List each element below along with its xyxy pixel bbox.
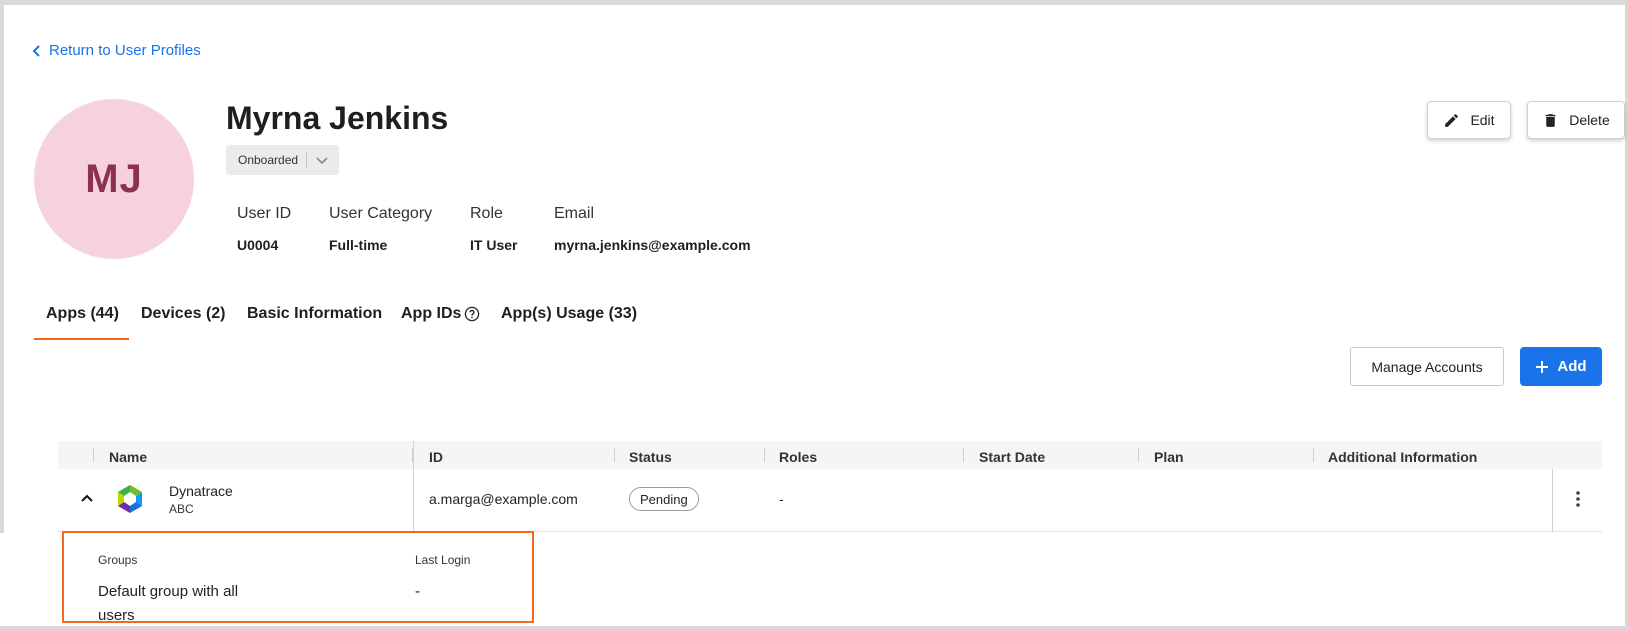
avatar-initials: MJ [85, 156, 143, 201]
meta-value-role: IT User [470, 237, 518, 253]
dropdown-divider [306, 152, 307, 168]
pencil-icon [1445, 113, 1459, 127]
meta-value-email: myrna.jenkins@example.com [554, 237, 751, 253]
chevron-left-icon [32, 44, 40, 57]
tab-apps-usage[interactable]: App(s) Usage (33) [501, 305, 637, 323]
chevron-up-icon[interactable] [79, 490, 95, 506]
more-vertical-icon[interactable] [1568, 489, 1588, 509]
groups-value: Default group with all users [98, 583, 239, 624]
tab-apps-label: Apps (44) [46, 305, 119, 322]
last-login-label: Last Login [415, 553, 471, 567]
column-separator [1138, 448, 1139, 462]
edit-button-label: Edit [1470, 112, 1495, 128]
window-frame-top [0, 0, 1628, 5]
plus-icon [1536, 360, 1549, 373]
status-badge-label: Pending [640, 491, 688, 507]
column-header-plan[interactable]: Plan [1154, 449, 1184, 465]
column-header-name[interactable]: Name [109, 449, 147, 465]
column-header-id[interactable]: ID [429, 449, 443, 465]
last-login-value: - [415, 583, 420, 600]
delete-button-label: Delete [1569, 112, 1610, 128]
cell-id: a.marga@example.com [429, 491, 578, 507]
meta-value-user-category: Full-time [329, 237, 388, 253]
page-title: Myrna Jenkins [226, 100, 449, 136]
meta-value-user-id: U0004 [237, 237, 279, 253]
tab-basic-information[interactable]: Basic Information [247, 305, 382, 323]
cell-roles: - [779, 491, 784, 507]
column-header-start-date[interactable]: Start Date [979, 449, 1045, 465]
tab-devices-label: Devices (2) [141, 305, 226, 322]
onboarding-status-dropdown[interactable]: Onboarded [226, 145, 339, 175]
meta-label-user-id: User ID [237, 205, 292, 222]
delete-button[interactable]: Delete [1527, 101, 1625, 139]
tab-basic-information-label: Basic Information [247, 305, 383, 322]
column-separator [764, 448, 765, 462]
app-name: Dynatrace [169, 483, 233, 499]
tab-devices[interactable]: Devices (2) [141, 305, 226, 323]
tab-apps[interactable]: Apps (44) [46, 305, 119, 323]
meta-label-user-category: User Category [329, 205, 433, 222]
return-to-user-profiles-link[interactable]: Return to User Profiles [31, 42, 201, 59]
return-link-label: Return to User Profiles [49, 42, 201, 59]
meta-label-role: Role [470, 205, 503, 222]
avatar: MJ [34, 99, 194, 259]
edit-button[interactable]: Edit [1427, 101, 1511, 139]
status-badge: Pending [629, 487, 699, 511]
table-row[interactable] [58, 469, 1602, 532]
window-frame-left [0, 0, 4, 533]
column-header-roles[interactable]: Roles [779, 449, 817, 465]
dynatrace-logo-icon [118, 485, 142, 513]
column-separator [614, 448, 615, 462]
column-header-status[interactable]: Status [629, 449, 672, 465]
active-tab-indicator [34, 338, 129, 340]
manage-accounts-button[interactable]: Manage Accounts [1350, 347, 1504, 386]
column-header-additional-information[interactable]: Additional Information [1328, 449, 1477, 465]
tab-app-ids-label: App IDs [401, 305, 462, 322]
tab-apps-usage-label: App(s) Usage (33) [501, 305, 638, 322]
help-circle-icon[interactable] [464, 306, 480, 322]
app-subtitle: ABC [169, 502, 194, 516]
add-button[interactable]: Add [1520, 347, 1602, 386]
column-separator [93, 448, 94, 462]
trash-icon [1545, 113, 1556, 127]
name-column-divider [413, 441, 414, 532]
actions-column-divider [1552, 469, 1553, 532]
column-separator [963, 448, 964, 462]
tab-app-ids[interactable]: App IDs [401, 305, 480, 323]
chevron-down-icon[interactable] [314, 152, 330, 168]
groups-label: Groups [98, 553, 138, 567]
manage-accounts-label: Manage Accounts [1371, 358, 1483, 375]
status-selected-value: Onboarded [238, 153, 299, 167]
add-button-label: Add [1557, 358, 1587, 375]
column-separator [1313, 448, 1314, 462]
meta-label-email: Email [554, 205, 595, 222]
